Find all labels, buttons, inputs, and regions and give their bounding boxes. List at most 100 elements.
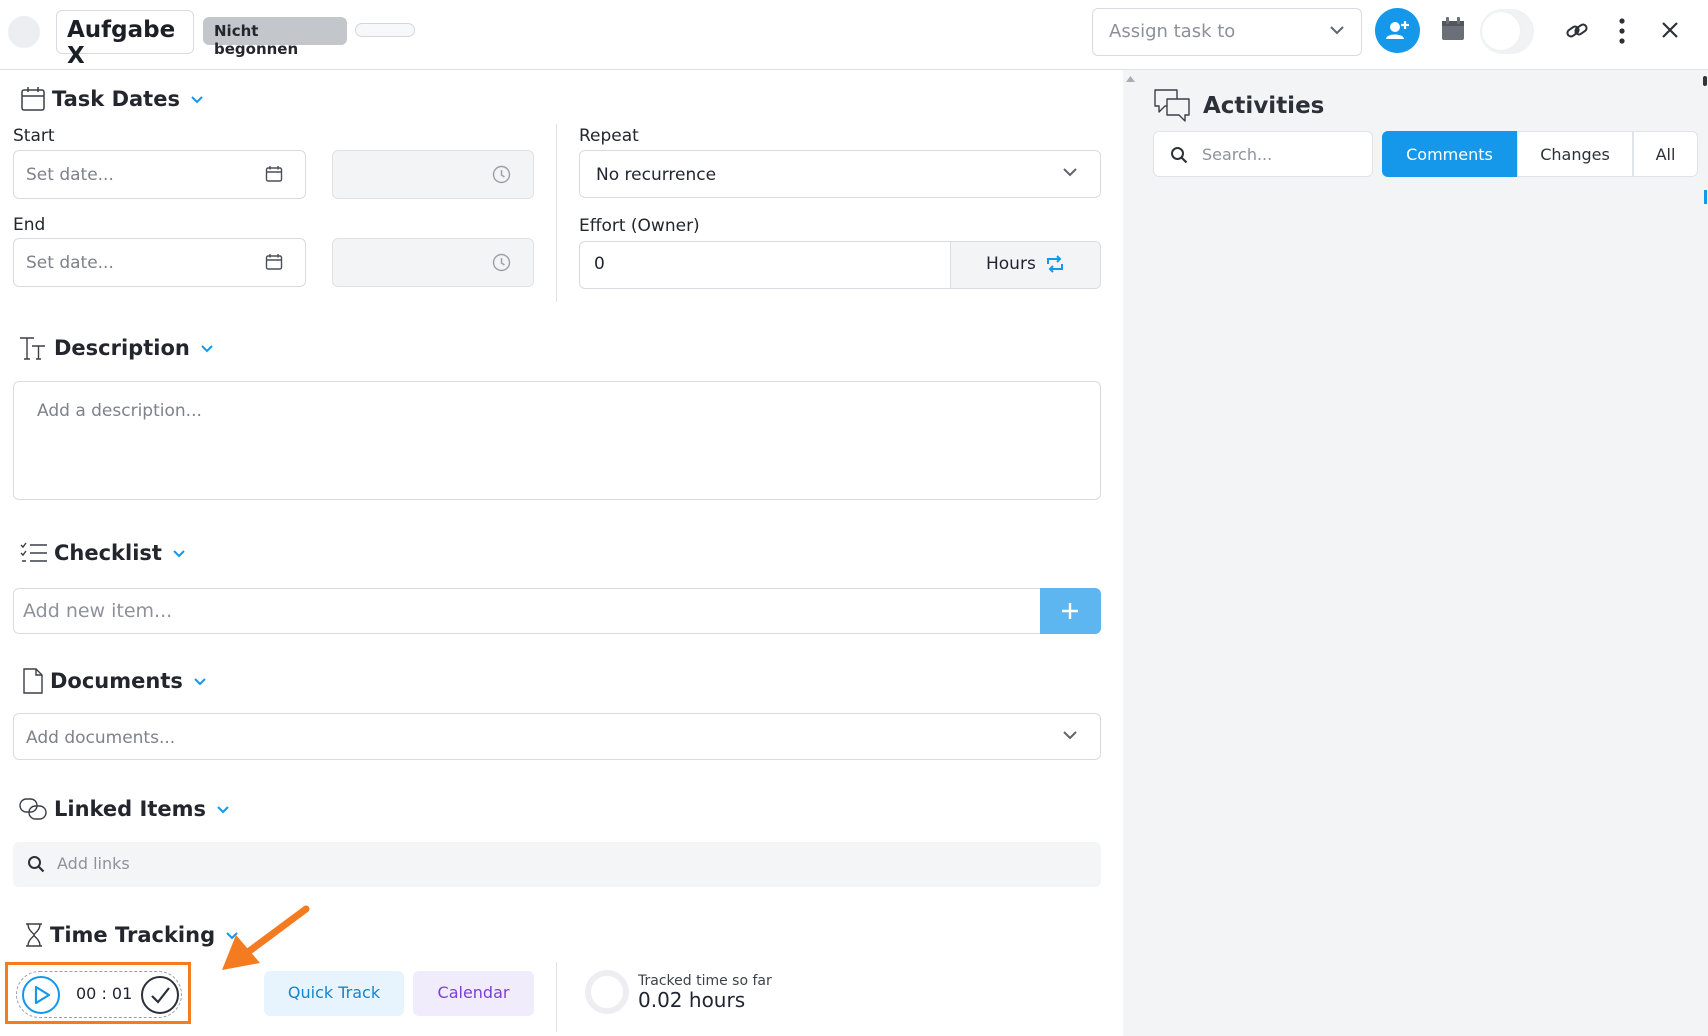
assign-placeholder: Assign task to (1109, 21, 1236, 42)
search-icon (1171, 147, 1188, 164)
task-title[interactable]: Aufgabe X (56, 10, 194, 69)
chevron-down-icon (172, 549, 186, 558)
repeat-select[interactable]: No recurrence (579, 150, 1101, 198)
repeat-label: Repeat (579, 126, 639, 146)
chevron-down-icon (1062, 167, 1078, 177)
task-header: Aufgabe X Nicht begonnen Assign task to (0, 0, 1708, 70)
edge-artifact (1704, 190, 1707, 204)
column-divider (556, 124, 557, 302)
add-user-icon (1375, 8, 1420, 53)
comments-icon (1153, 88, 1191, 124)
timer-display: 00 : 01 (76, 984, 133, 1003)
activities-tabs: Comments Changes All (1382, 131, 1698, 177)
document-icon (22, 667, 44, 695)
checklist-placeholder: Add new item... (23, 600, 173, 622)
chevron-down-icon (200, 344, 214, 353)
tab-changes[interactable]: Changes (1517, 131, 1633, 177)
play-button[interactable] (21, 975, 61, 1015)
add-checklist-item-button[interactable] (1040, 588, 1101, 634)
repeat-value: No recurrence (596, 165, 717, 185)
close-icon[interactable] (1660, 20, 1680, 40)
task-dates-title: Task Dates (52, 87, 180, 111)
timer-highlight: 00 : 01 (5, 962, 191, 1024)
edge-artifact (1703, 76, 1707, 86)
text-format-icon (18, 335, 48, 361)
tracked-time-value: 0.02 hours (638, 988, 746, 1012)
clock-icon (492, 165, 511, 184)
quick-track-button[interactable]: Quick Track (264, 971, 404, 1016)
task-dates-heading[interactable]: Task Dates (20, 86, 204, 112)
description-placeholder: Add a description... (37, 401, 202, 421)
calendar-button[interactable]: Calendar (413, 971, 534, 1016)
add-links-input[interactable]: Add links (13, 842, 1101, 887)
empty-tag-pill[interactable] (355, 23, 415, 37)
assign-user-button[interactable] (1375, 8, 1420, 53)
clock-icon (492, 253, 511, 272)
documents-heading[interactable]: Documents (22, 667, 207, 695)
hourglass-icon (24, 922, 44, 948)
time-tracking-heading[interactable]: Time Tracking (24, 922, 239, 948)
chevron-down-icon (190, 95, 204, 104)
swap-icon (1047, 255, 1063, 273)
chevron-down-icon (1062, 730, 1078, 740)
chevron-down-icon (193, 677, 207, 686)
column-divider (556, 962, 557, 1032)
link-chain-icon (18, 795, 48, 823)
link-icon[interactable] (1565, 19, 1589, 43)
checklist-title: Checklist (54, 541, 162, 565)
end-label: End (13, 215, 46, 235)
time-tracking-title: Time Tracking (50, 923, 216, 947)
linked-items-title: Linked Items (54, 797, 206, 821)
avatar-placeholder[interactable] (8, 16, 40, 48)
documents-title: Documents (50, 669, 183, 693)
checklist-heading[interactable]: Checklist (20, 541, 186, 565)
effort-value: 0 (594, 254, 605, 274)
stop-timer-button[interactable] (140, 975, 180, 1015)
status-badge[interactable]: Nicht begonnen (203, 17, 347, 58)
start-date-placeholder: Set date... (26, 165, 114, 185)
annotation-arrow (222, 905, 310, 970)
toggle-knob (1481, 11, 1521, 51)
activities-heading: Activities (1153, 88, 1324, 124)
activities-search-input[interactable]: Search... (1153, 131, 1373, 177)
chevron-down-icon (216, 805, 230, 814)
tracked-time-ring (585, 970, 629, 1014)
start-date-input[interactable]: Set date... (13, 150, 306, 199)
assign-task-dropdown[interactable]: Assign task to (1092, 8, 1362, 56)
scroll-up-icon[interactable] (1126, 76, 1135, 82)
play-icon (22, 976, 60, 1014)
linked-items-heading[interactable]: Linked Items (18, 795, 230, 823)
chevron-down-icon (1329, 25, 1345, 35)
effort-label: Effort (Owner) (579, 216, 700, 236)
effort-input[interactable]: 0 Hours (579, 241, 1101, 289)
calendar-small-icon (265, 253, 283, 271)
tracked-time-label: Tracked time so far (638, 973, 772, 989)
hours-unit-toggle[interactable]: Hours (950, 242, 1100, 288)
add-links-placeholder: Add links (57, 854, 130, 873)
end-date-placeholder: Set date... (26, 253, 114, 273)
search-icon (28, 856, 45, 873)
activities-panel (1138, 70, 1708, 1036)
tab-comments[interactable]: Comments (1382, 131, 1517, 177)
hours-unit-label: Hours (986, 254, 1036, 274)
description-title: Description (54, 336, 190, 360)
start-time-input[interactable] (332, 150, 534, 199)
description-heading[interactable]: Description (18, 335, 214, 361)
calendar-small-icon (265, 165, 283, 183)
checklist-icon (20, 541, 48, 565)
end-date-input[interactable]: Set date... (13, 238, 306, 287)
start-label: Start (13, 126, 55, 146)
more-vertical-icon[interactable] (1617, 17, 1627, 45)
calendar-icon[interactable] (1440, 16, 1466, 42)
check-circle-icon (141, 976, 179, 1014)
tab-all[interactable]: All (1633, 131, 1698, 177)
calendar-outline-icon (20, 86, 46, 112)
end-time-input[interactable] (332, 238, 534, 287)
documents-select[interactable]: Add documents... (13, 713, 1101, 760)
documents-placeholder: Add documents... (26, 728, 176, 748)
checklist-new-item-input[interactable]: Add new item... (13, 588, 1041, 634)
description-textarea[interactable]: Add a description... (13, 381, 1101, 500)
timer-widget: 00 : 01 (16, 971, 182, 1018)
activities-title: Activities (1203, 93, 1325, 119)
scrollbar[interactable] (1123, 70, 1138, 1036)
